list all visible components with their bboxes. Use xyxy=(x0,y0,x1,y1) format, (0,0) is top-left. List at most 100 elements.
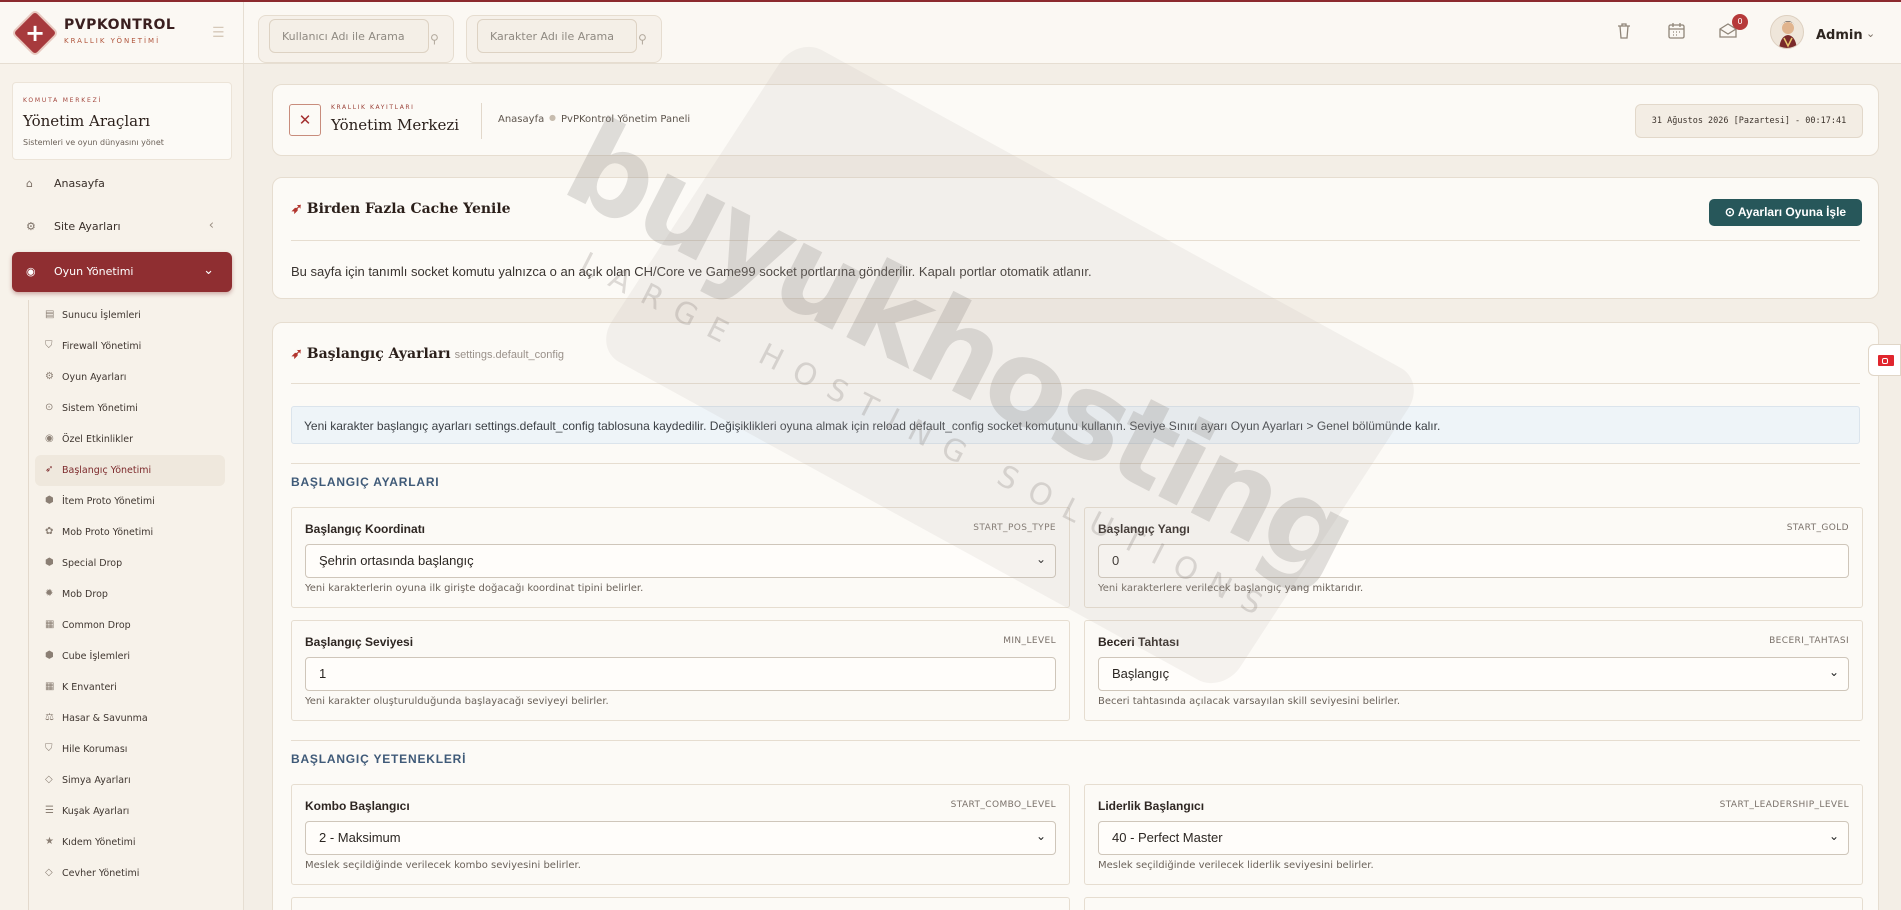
notification-badge: 0 xyxy=(1732,14,1748,30)
group-title-baslangic-ayarlari: BAŞLANGIÇ AYARLARI xyxy=(291,475,440,489)
sidebar-item-oyun-yonetimi[interactable]: ◉ Oyun Yönetimi ⌄ xyxy=(12,252,232,292)
chevron-down-icon[interactable]: ⌄ xyxy=(1866,27,1875,40)
gamepad-icon: ⊙ xyxy=(1724,205,1738,219)
bug-icon: ✹ xyxy=(45,588,54,599)
cache-title: ➶ Birden Fazla Cache Yenile xyxy=(291,201,511,217)
submenu-item-item-proto[interactable]: ⬢ İtem Proto Yönetimi xyxy=(35,486,225,517)
brand-name: PVPKONTROL xyxy=(64,17,176,33)
chevron-down-icon: ⌄ xyxy=(1035,829,1046,843)
field-start-gold: Başlangıç Yangı START_GOLD 0 Yeni karakt… xyxy=(1084,507,1863,608)
divider xyxy=(481,103,482,139)
chevron-down-icon: ⌄ xyxy=(1035,552,1046,566)
combo-level-select[interactable]: 2 - Maksimum ⌄ xyxy=(305,821,1056,855)
divider xyxy=(291,740,1860,741)
field-label: Liderlik Başlangıcı xyxy=(1098,799,1205,813)
field-help: Yeni karakter oluşturulduğunda başlayaca… xyxy=(305,696,609,707)
field-label: Beceri Tahtası xyxy=(1098,635,1180,649)
leadership-level-select[interactable]: 40 - Perfect Master ⌄ xyxy=(1098,821,1849,855)
character-search-input[interactable]: Karakter Adı ile Arama xyxy=(477,19,637,53)
field-code: START_GOLD xyxy=(1786,523,1849,533)
page-header: ✕ KRALLIK KAYITLARI Yönetim Merkezi Anas… xyxy=(272,84,1879,156)
field-label: Başlangıç Koordinatı xyxy=(305,522,426,536)
submenu-item-firewall[interactable]: ⛉ Firewall Yönetimi xyxy=(35,331,225,362)
submenu-item-hasar-savunma[interactable]: ⚖ Hasar & Savunma xyxy=(35,703,225,734)
submenu: ▤ Sunucu İşlemleri ⛉ Firewall Yönetimi ⚙ Oy… xyxy=(28,300,228,910)
submenu-item-ozel-etkinlikler[interactable]: ◉ Özel Etkinlikler xyxy=(35,424,225,455)
calendar-icon[interactable] xyxy=(1668,22,1685,39)
submenu-item-cube-islemleri[interactable]: ⬢ Cube İşlemleri xyxy=(35,641,225,672)
breadcrumb-home[interactable]: Anasayfa xyxy=(498,114,544,125)
admin-name[interactable]: Admin xyxy=(1816,28,1863,43)
submenu-item-common-drop[interactable]: ▦ Common Drop xyxy=(35,610,225,641)
submenu-item-cevher-yonetimi[interactable]: ◇ Cevher Yönetimi xyxy=(35,858,225,889)
sidebar-item-anasayfa[interactable]: ⌂ Anasayfa xyxy=(12,164,232,204)
star-icon: ★ xyxy=(45,836,54,847)
trash-icon[interactable] xyxy=(1617,22,1631,39)
field-skill-board: Beceri Tahtası BECERI_TAHTASI Başlangıç ⌄… xyxy=(1084,620,1863,721)
menu-toggle-icon[interactable]: ☰ xyxy=(212,26,226,40)
submenu-item-oyun-ayarlari[interactable]: ⚙ Oyun Ayarları xyxy=(35,362,225,393)
sidebar-item-site-ayarlari[interactable]: ⚙ Site Ayarları ‹ xyxy=(12,207,232,247)
sidebar-description: Sistemleri ve oyun dünyasını yönet xyxy=(23,138,164,147)
brand[interactable]: + PVPKONTROL KRALLIK YÖNETİMİ ☰ xyxy=(0,2,244,64)
submenu-item-mob-drop[interactable]: ✹ Mob Drop xyxy=(35,579,225,610)
shield-icon: ⛉ xyxy=(45,743,53,754)
field-card-partial xyxy=(291,897,1070,910)
field-combo-level: Kombo Başlangıcı START_COMBO_LEVEL 2 - M… xyxy=(291,784,1070,885)
divider xyxy=(291,240,1860,241)
page-title: Yönetim Merkezi xyxy=(331,116,460,134)
user-search-input[interactable]: Kullanıcı Adı ile Arama xyxy=(269,19,429,53)
skill-board-select[interactable]: Başlangıç ⌄ xyxy=(1098,657,1849,691)
avatar[interactable] xyxy=(1770,15,1804,49)
toggle-icon: ⊙ xyxy=(45,402,54,413)
cube-icon: ⬢ xyxy=(45,650,54,661)
gamepad-icon: ◉ xyxy=(26,265,36,278)
user-search-box: Kullanıcı Adı ile Arama ⚲ xyxy=(258,15,454,63)
language-flag-icon[interactable] xyxy=(1868,344,1901,376)
group-title-baslangic-yetenekleri: BAŞLANGIÇ YETENEKLERİ xyxy=(291,752,467,766)
gear-icon: ⚙ xyxy=(26,220,36,233)
submenu-item-baslangic-yonetimi[interactable]: ➶ Başlangıç Yönetimi xyxy=(35,455,225,486)
submenu-item-kidem-yonetimi[interactable]: ★ Kıdem Yönetimi xyxy=(35,827,225,858)
min-level-input[interactable]: 1 xyxy=(305,657,1056,691)
grid-icon: ▦ xyxy=(45,681,55,692)
header-kicker: KRALLIK KAYITLARI xyxy=(331,104,415,111)
field-start-pos: Başlangıç Koordinatı START_POS_TYPE Şehr… xyxy=(291,507,1070,608)
apply-settings-button[interactable]: ⊙ Ayarları Oyuna İşle xyxy=(1709,199,1862,226)
submenu-item-sistem-yonetimi[interactable]: ⊙ Sistem Yönetimi xyxy=(35,393,225,424)
field-code: START_LEADERSHIP_LEVEL xyxy=(1719,800,1849,810)
field-help: Yeni karakterlere verilecek başlangıç ya… xyxy=(1098,583,1364,594)
sidebar-title: Yönetim Araçları xyxy=(23,112,151,130)
logo-icon: + xyxy=(13,11,57,55)
close-icon[interactable]: ✕ xyxy=(289,104,321,136)
submenu-item-special-drop[interactable]: ⬢ Special Drop xyxy=(35,548,225,579)
field-label: Kombo Başlangıcı xyxy=(305,799,410,813)
submenu-item-kusak-ayarlari[interactable]: ☰ Kuşak Ayarları xyxy=(35,796,225,827)
settings-card: ➶ Başlangıç Ayarları settings.default_conf… xyxy=(272,322,1879,910)
submenu-item-sunucu-islemleri[interactable]: ▤ Sunucu İşlemleri xyxy=(35,300,225,331)
field-help: Beceri tahtasında açılacak varsayılan sk… xyxy=(1098,696,1401,707)
server-icon: ▤ xyxy=(45,309,55,320)
brand-subtitle: KRALLIK YÖNETİMİ xyxy=(64,37,161,45)
field-card-partial xyxy=(1084,897,1863,910)
start-pos-select[interactable]: Şehrin ortasında başlangıç ⌄ xyxy=(305,544,1056,578)
breadcrumb-separator: ● xyxy=(549,113,556,122)
field-help: Meslek seçildiğinde verilecek liderlik s… xyxy=(1098,860,1374,871)
submenu-item-k-envanteri[interactable]: ▦ K Envanteri xyxy=(35,672,225,703)
start-gold-input[interactable]: 0 xyxy=(1098,544,1849,578)
submenu-item-mob-proto[interactable]: ✿ Mob Proto Yönetimi xyxy=(35,517,225,548)
submenu-item-hile-korumasi[interactable]: ⛉ Hile Koruması xyxy=(35,734,225,765)
date-display: 31 Ağustos 2026 [Pazartesi] - 00:17:41 xyxy=(1635,104,1863,138)
box-icon: ⬢ xyxy=(45,557,54,568)
submenu-item-simya-ayarlari[interactable]: ◇ Simya Ayarları xyxy=(35,765,225,796)
cache-description: Bu sayfa için tanımlı socket komutu yaln… xyxy=(291,264,1092,279)
search-icon[interactable]: ⚲ xyxy=(638,32,647,46)
sliders-icon: ☰ xyxy=(45,805,54,816)
info-alert: Yeni karakter başlangıç ayarları setting… xyxy=(291,406,1860,444)
search-icon[interactable]: ⚲ xyxy=(430,32,439,46)
field-code: BECERI_TAHTASI xyxy=(1769,636,1849,646)
top-bar: + PVPKONTROL KRALLIK YÖNETİMİ ☰ Kullanıc… xyxy=(0,0,1901,64)
field-min-level: Başlangıç Seviyesi MIN_LEVEL 1 Yeni kara… xyxy=(291,620,1070,721)
rocket-icon: ➶ xyxy=(291,201,303,217)
paw-icon: ✿ xyxy=(45,526,54,537)
